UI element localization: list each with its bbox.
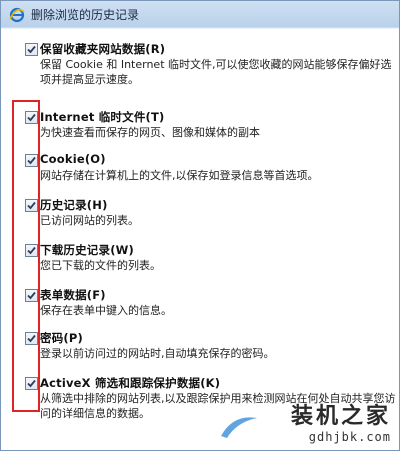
watermark-swoosh-icon: [221, 417, 257, 438]
option-label: 历史记录(H): [40, 198, 108, 212]
watermark-url: gdhjbk.com: [308, 430, 391, 444]
option-description: 登录以前访问过的网站时,自动填充保存的密码。: [40, 347, 275, 360]
option-description: 保存在表单中键入的信息。: [40, 304, 172, 317]
options-panel: 保留收藏夹网站数据(R) 保留 Cookie 和 Internet 临时文件,可…: [1, 29, 399, 450]
ie-icon: [9, 7, 25, 22]
option-label: 下载历史记录(W): [40, 243, 134, 257]
window-title: 删除浏览的历史记录: [31, 8, 140, 22]
delete-history-dialog: 删除浏览的历史记录 保留收藏夹网站数据(R) 保留 Cookie 和 Inter…: [0, 0, 400, 451]
option-label: ActiveX 筛选和跟踪保护数据(K): [40, 376, 221, 390]
watermark: 装机之家 gdhjbk.com: [291, 398, 391, 444]
highlight-annotation: [12, 100, 40, 412]
checkbox-preserve-favorites[interactable]: [25, 43, 38, 56]
watermark-logo: 装机之家: [290, 404, 391, 429]
option-description: 已访问网站的列表。: [40, 214, 139, 227]
option-description: 网站存储在计算机上的文件,以保存如登录信息等首选项。: [40, 169, 319, 182]
option-description: 您已下载的文件的列表。: [40, 259, 161, 272]
option-description: 保留 Cookie 和 Internet 临时文件,可以使您收藏的网站能够保存偏…: [40, 58, 392, 86]
checkmark-icon: [27, 45, 36, 54]
option-label: Internet 临时文件(T): [40, 110, 165, 124]
option-description: 为快速查看而保存的网页、图像和媒体的副本: [40, 126, 260, 139]
option-label: 保留收藏夹网站数据(R): [40, 42, 166, 56]
option-label: Cookie(O): [40, 152, 106, 166]
option-label: 表单数据(F): [40, 288, 106, 302]
option-label: 密码(P): [40, 331, 83, 345]
titlebar: 删除浏览的历史记录: [1, 1, 399, 28]
